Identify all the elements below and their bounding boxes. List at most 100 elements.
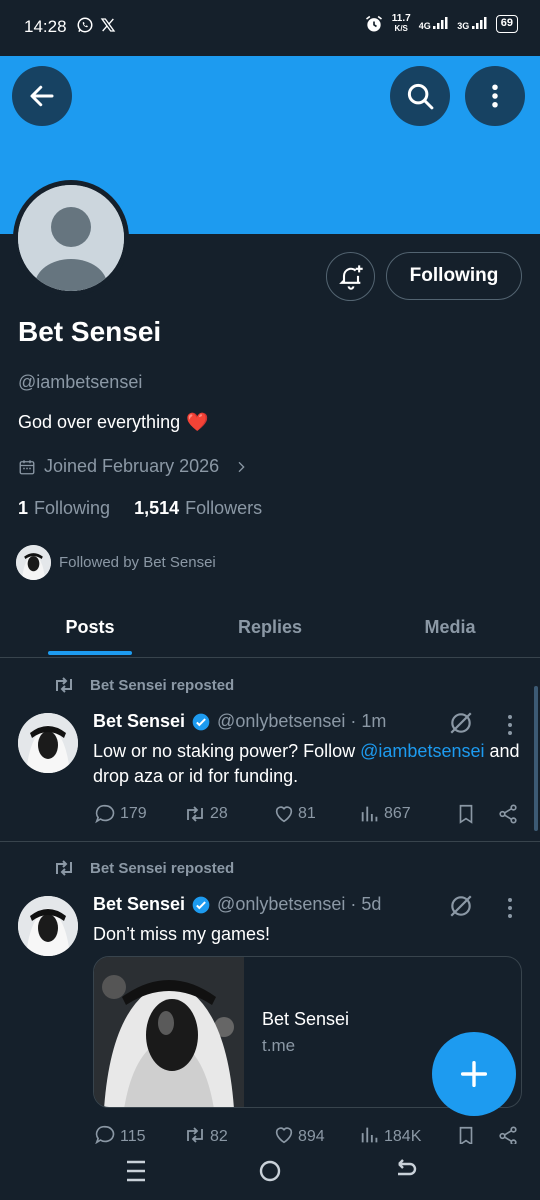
post-text: Low or no staking power? Follow @iambets… xyxy=(93,739,523,789)
verified-badge-icon xyxy=(192,896,210,913)
post-header: Bet Sensei @onlybetsensei · 5d xyxy=(93,894,381,915)
like-button[interactable]: 894 xyxy=(273,1124,359,1144)
status-system-icons: 11.7 K/S 4G 3G 69 xyxy=(364,14,518,34)
repost-icon xyxy=(56,860,72,876)
joined-date[interactable]: Joined February 2026 xyxy=(18,456,249,477)
follow-stats: 1 Following 1,514 Followers xyxy=(18,498,262,519)
post-mention-link[interactable]: @iambetsensei xyxy=(360,741,484,761)
post-text: Don’t miss my games! xyxy=(93,924,271,944)
post-divider xyxy=(0,841,540,842)
status-time: 14:28 xyxy=(24,17,67,36)
heart-icon xyxy=(275,1127,293,1144)
search-icon xyxy=(407,83,434,110)
profile-handle: @iambetsensei xyxy=(18,372,143,392)
mutual-avatar xyxy=(16,545,51,580)
repost-count: 82 xyxy=(210,1128,228,1144)
followers-stat[interactable]: 1,514 Followers xyxy=(134,498,262,519)
system-navigation-bar xyxy=(0,1144,540,1200)
followed-by[interactable]: Followed by Bet Sensei xyxy=(16,545,216,580)
post-text-part: Low or no staking power? Follow xyxy=(93,741,361,761)
profile-bio-text: God over everything xyxy=(18,412,181,432)
following-stat[interactable]: 1 Following xyxy=(18,498,110,519)
tab-media[interactable]: Media xyxy=(360,598,540,657)
views-button[interactable]: 184K xyxy=(359,1124,455,1144)
link-card-title: Bet Sensei xyxy=(262,1009,350,1029)
more-options-button[interactable] xyxy=(465,66,525,126)
like-count: 894 xyxy=(298,1128,325,1144)
followers-count: 1,514 xyxy=(134,498,180,518)
repost-icon xyxy=(56,677,72,693)
reply-button[interactable]: 115 xyxy=(93,1124,183,1144)
like-button[interactable]: 81 xyxy=(273,803,359,825)
profile-name: Bet Sensei xyxy=(18,316,162,347)
views-icon xyxy=(361,1127,378,1143)
chevron-right-icon xyxy=(238,461,245,472)
repost-indicator: Bet Sensei reposted xyxy=(52,674,234,696)
post-author[interactable]: Bet Sensei xyxy=(93,894,185,915)
compose-post-button[interactable] xyxy=(432,1032,516,1116)
reply-icon xyxy=(95,1125,115,1144)
post-header: Bet Sensei @onlybetsensei · 1m xyxy=(93,711,386,732)
share-icon[interactable] xyxy=(497,802,519,826)
share-icon[interactable] xyxy=(497,1124,519,1144)
post-actions: 115 82 894 184K xyxy=(93,1124,523,1144)
notifications-bell-button[interactable] xyxy=(326,252,375,301)
scrollbar[interactable] xyxy=(534,686,538,831)
repost-icon xyxy=(187,806,203,822)
verified-badge-icon xyxy=(192,713,210,730)
post-avatar[interactable] xyxy=(18,896,78,956)
link-card-image xyxy=(94,957,244,1107)
grok-icon[interactable] xyxy=(448,893,474,919)
tab-replies[interactable]: Replies xyxy=(180,598,360,657)
signal-bars-icon xyxy=(433,17,448,29)
repost-button[interactable]: 82 xyxy=(183,1124,273,1144)
repost-indicator: Bet Sensei reposted xyxy=(52,857,234,879)
post-actions: 179 28 81 867 xyxy=(93,802,523,826)
bookmark-icon[interactable] xyxy=(455,802,477,826)
alarm-icon xyxy=(365,15,382,32)
profile-bio: God over everything ❤️ xyxy=(18,412,209,433)
search-button[interactable] xyxy=(390,66,450,126)
link-card-info: Bet Sensei t.me xyxy=(244,957,349,1107)
repost-button[interactable]: 28 xyxy=(183,803,273,825)
post-more-icon[interactable] xyxy=(502,897,518,919)
profile-tabs: Posts Replies Media xyxy=(0,598,540,658)
calendar-icon xyxy=(19,459,35,474)
views-count: 867 xyxy=(384,805,411,822)
heart-icon xyxy=(275,806,293,823)
signal-3g: 3G xyxy=(457,17,488,31)
following-button[interactable]: Following xyxy=(386,252,522,300)
signal-3g-label: 3G xyxy=(457,21,470,31)
joined-text: Joined February 2026 xyxy=(44,456,220,476)
followed-by-text: Followed by Bet Sensei xyxy=(59,554,216,571)
heart-emoji: ❤️ xyxy=(186,412,209,432)
tab-posts[interactable]: Posts xyxy=(0,598,180,657)
back-nav-icon[interactable] xyxy=(392,1158,418,1184)
more-vertical-icon xyxy=(492,84,498,108)
followers-label: Followers xyxy=(185,498,263,518)
repost-label: Bet Sensei reposted xyxy=(90,859,235,877)
link-card-domain: t.me xyxy=(262,1036,296,1055)
post-author[interactable]: Bet Sensei xyxy=(93,711,185,732)
views-button[interactable]: 867 xyxy=(359,803,455,825)
post-more-icon[interactable] xyxy=(502,714,518,736)
grok-icon[interactable] xyxy=(448,710,474,736)
network-speed: 11.7 K/S xyxy=(392,14,411,34)
reply-count: 115 xyxy=(120,1128,146,1144)
post-avatar[interactable] xyxy=(18,713,78,773)
signal-4g: 4G xyxy=(419,17,450,31)
reply-count: 179 xyxy=(120,805,147,822)
following-count: 1 xyxy=(18,498,29,518)
post-handle-time: @onlybetsensei · 5d xyxy=(217,894,382,914)
network-speed-value: 11.7 xyxy=(391,13,411,24)
recent-apps-icon[interactable] xyxy=(124,1158,148,1184)
post-handle-time: @onlybetsensei · 1m xyxy=(217,711,387,731)
home-icon[interactable] xyxy=(258,1158,282,1184)
back-button[interactable] xyxy=(12,66,72,126)
following-label: Following xyxy=(34,498,111,518)
bookmark-icon[interactable] xyxy=(455,1124,477,1144)
profile-avatar[interactable] xyxy=(13,180,129,296)
repost-icon xyxy=(187,1127,203,1143)
reply-icon xyxy=(95,804,115,824)
reply-button[interactable]: 179 xyxy=(93,803,183,825)
